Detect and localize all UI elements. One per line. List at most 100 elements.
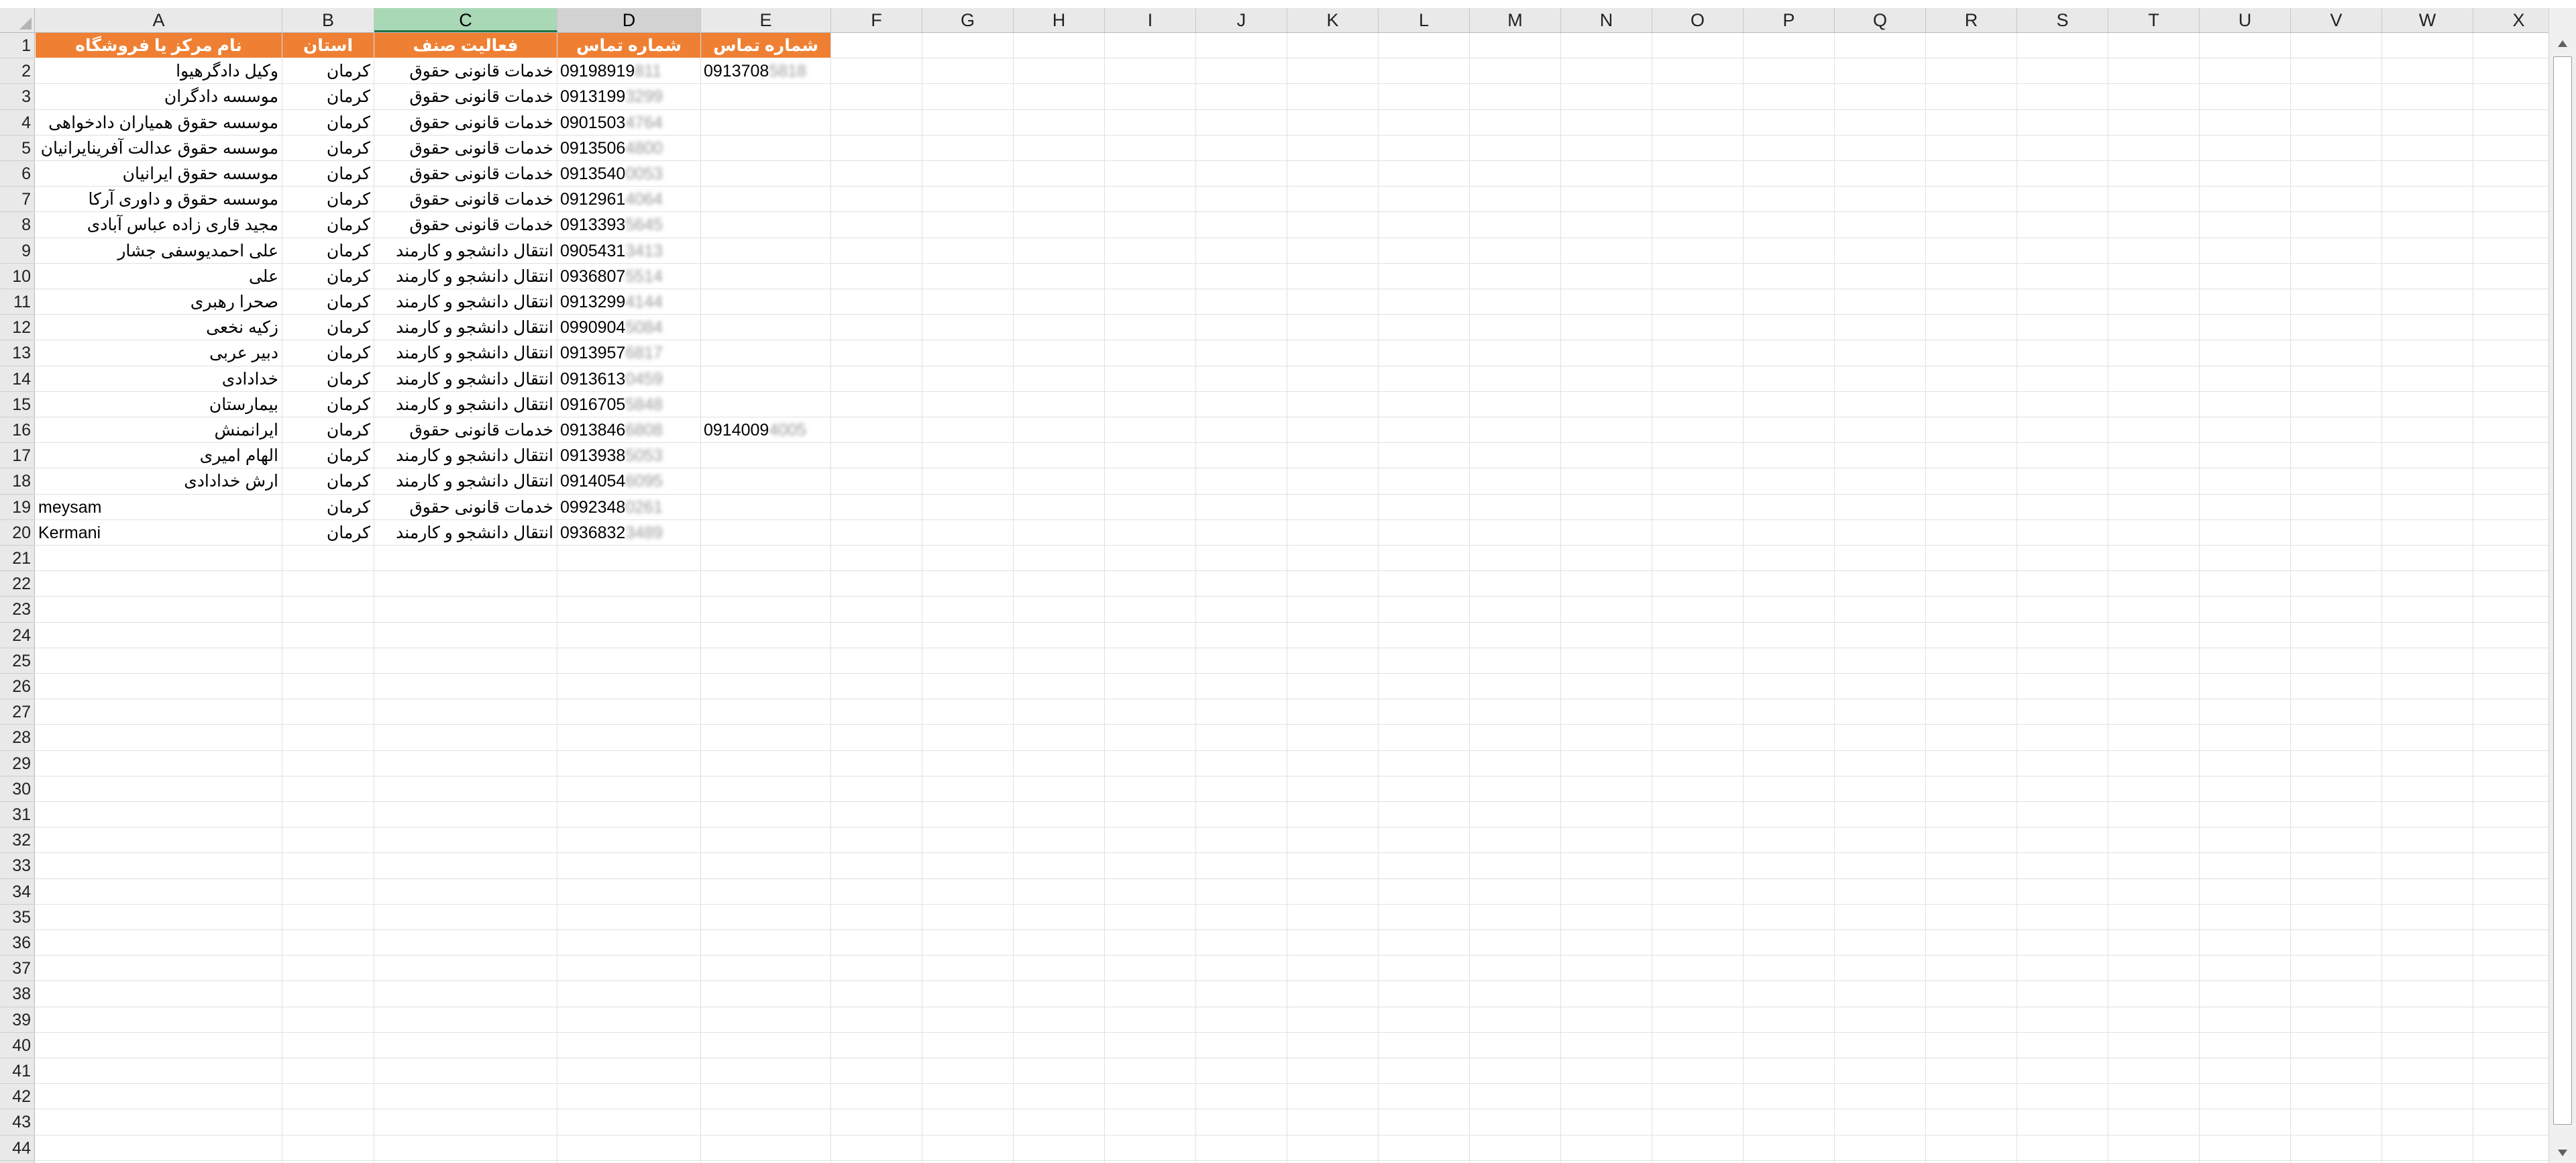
cell-c3[interactable]: خدمات قانونی حقوق (374, 84, 557, 109)
cell-a14[interactable]: خدادادی (36, 366, 282, 392)
cell-b12[interactable]: کرمان (282, 315, 374, 340)
row-header-18[interactable]: 18 (0, 468, 35, 495)
scroll-up-button[interactable] (2549, 34, 2576, 54)
column-header-e[interactable]: E (701, 8, 831, 32)
cell-a10[interactable]: علی (36, 264, 282, 289)
column-header-a[interactable]: A (36, 8, 282, 32)
cell-c8[interactable]: خدمات قانونی حقوق (374, 212, 557, 238)
cell-a2[interactable]: وکیل دادگرهیوا (36, 58, 282, 84)
row-header-28[interactable]: 28 (0, 725, 35, 751)
cell-a6[interactable]: موسسه حقوق ایرانیان (36, 161, 282, 187)
column-header-m[interactable]: M (1470, 8, 1561, 32)
cell-e12[interactable] (701, 315, 831, 340)
header-cell-c[interactable]: فعالیت صنف (374, 33, 557, 59)
cell-e18[interactable] (701, 468, 831, 494)
cell-e11[interactable] (701, 289, 831, 315)
cell-a9[interactable]: علی احمدیوسفی جشار (36, 238, 282, 264)
cell-b17[interactable]: کرمان (282, 443, 374, 468)
cell-a18[interactable]: ارش خدادادی (36, 468, 282, 494)
column-header-s[interactable]: S (2017, 8, 2108, 32)
row-header-38[interactable]: 38 (0, 981, 35, 1007)
row-header-42[interactable]: 42 (0, 1084, 35, 1110)
row-header-8[interactable]: 8 (0, 212, 35, 238)
row-header-6[interactable]: 6 (0, 161, 35, 187)
cell-c14[interactable]: انتقال دانشجو و کارمند (374, 366, 557, 392)
cell-d15[interactable]: 09167055848 (557, 392, 701, 417)
cell-c9[interactable]: انتقال دانشجو و کارمند (374, 238, 557, 264)
worksheet-grid[interactable]: نام مرکز یا فروشگاه استان فعالیت صنف شماره … (36, 33, 2549, 1163)
scrollbar-thumb[interactable] (2553, 56, 2572, 1125)
row-header-13[interactable]: 13 (0, 340, 35, 366)
scroll-down-button[interactable] (2549, 1143, 2576, 1163)
column-header-n[interactable]: N (1561, 8, 1652, 32)
cell-e3[interactable] (701, 84, 831, 109)
cell-d9[interactable]: 09054313413 (557, 238, 701, 264)
cell-c7[interactable]: خدمات قانونی حقوق (374, 187, 557, 212)
cell-e10[interactable] (701, 264, 831, 289)
cell-c10[interactable]: انتقال دانشجو و کارمند (374, 264, 557, 289)
column-header-r[interactable]: R (1926, 8, 2017, 32)
cell-d18[interactable]: 09140546095 (557, 468, 701, 494)
cell-d4[interactable]: 09015034764 (557, 110, 701, 136)
header-cell-a[interactable]: نام مرکز یا فروشگاه (36, 33, 282, 59)
cell-d7[interactable]: 09129614064 (557, 187, 701, 212)
column-header-i[interactable]: I (1105, 8, 1196, 32)
cell-a15[interactable]: بیمارستان (36, 392, 282, 417)
cell-e15[interactable] (701, 392, 831, 417)
cell-d12[interactable]: 09909045084 (557, 315, 701, 340)
cell-a3[interactable]: موسسه دادگران (36, 84, 282, 109)
row-header-26[interactable]: 26 (0, 674, 35, 700)
row-header-3[interactable]: 3 (0, 84, 35, 110)
cell-a17[interactable]: الهام امیری (36, 443, 282, 468)
column-header-l[interactable]: L (1379, 8, 1470, 32)
row-header-12[interactable]: 12 (0, 315, 35, 341)
column-header-v[interactable]: V (2291, 8, 2382, 32)
cell-d3[interactable]: 09131993299 (557, 84, 701, 109)
column-header-j[interactable]: J (1196, 8, 1287, 32)
cell-d20[interactable]: 09368323489 (557, 520, 701, 546)
cell-e17[interactable] (701, 443, 831, 468)
cell-a7[interactable]: موسسه حقوق و داوری آرکا (36, 187, 282, 212)
cell-b18[interactable]: کرمان (282, 468, 374, 494)
column-header-p[interactable]: P (1743, 8, 1835, 32)
cell-e13[interactable] (701, 340, 831, 366)
cell-c19[interactable]: خدمات قانونی حقوق (374, 495, 557, 520)
row-header-29[interactable]: 29 (0, 751, 35, 776)
cell-b10[interactable]: کرمان (282, 264, 374, 289)
cell-d13[interactable]: 09139576817 (557, 340, 701, 366)
cell-b8[interactable]: کرمان (282, 212, 374, 238)
cell-a5[interactable]: موسسه حقوق عدالت آفرینایرانیان (36, 136, 282, 161)
cell-d19[interactable]: 09923480261 (557, 495, 701, 520)
row-header-19[interactable]: 19 (0, 495, 35, 520)
column-header-u[interactable]: U (2200, 8, 2291, 32)
row-header-39[interactable]: 39 (0, 1007, 35, 1033)
cell-c6[interactable]: خدمات قانونی حقوق (374, 161, 557, 187)
cell-c13[interactable]: انتقال دانشجو و کارمند (374, 340, 557, 366)
cell-d2[interactable]: 09198919811 (557, 58, 701, 84)
cell-e14[interactable] (701, 366, 831, 392)
cell-c20[interactable]: انتقال دانشجو و کارمند (374, 520, 557, 546)
cell-b14[interactable]: کرمان (282, 366, 374, 392)
row-header-21[interactable]: 21 (0, 546, 35, 572)
cell-b15[interactable]: کرمان (282, 392, 374, 417)
column-header-t[interactable]: T (2108, 8, 2200, 32)
row-header-25[interactable]: 25 (0, 648, 35, 674)
cell-e9[interactable] (701, 238, 831, 264)
row-header-16[interactable]: 16 (0, 417, 35, 444)
row-header-20[interactable]: 20 (0, 520, 35, 546)
column-header-o[interactable]: O (1652, 8, 1743, 32)
column-header-g[interactable]: G (922, 8, 1014, 32)
row-header-35[interactable]: 35 (0, 905, 35, 930)
cell-c12[interactable]: انتقال دانشجو و کارمند (374, 315, 557, 340)
cell-c15[interactable]: انتقال دانشجو و کارمند (374, 392, 557, 417)
row-header-17[interactable]: 17 (0, 443, 35, 469)
cell-b6[interactable]: کرمان (282, 161, 374, 187)
row-header-32[interactable]: 32 (0, 827, 35, 854)
column-header-f[interactable]: F (831, 8, 922, 32)
cell-b13[interactable]: کرمان (282, 340, 374, 366)
column-header-w[interactable]: W (2382, 8, 2473, 32)
row-header-22[interactable]: 22 (0, 571, 35, 597)
cell-c2[interactable]: خدمات قانونی حقوق (374, 58, 557, 84)
cell-d6[interactable]: 09135400053 (557, 161, 701, 187)
cell-d14[interactable]: 09136130459 (557, 366, 701, 392)
